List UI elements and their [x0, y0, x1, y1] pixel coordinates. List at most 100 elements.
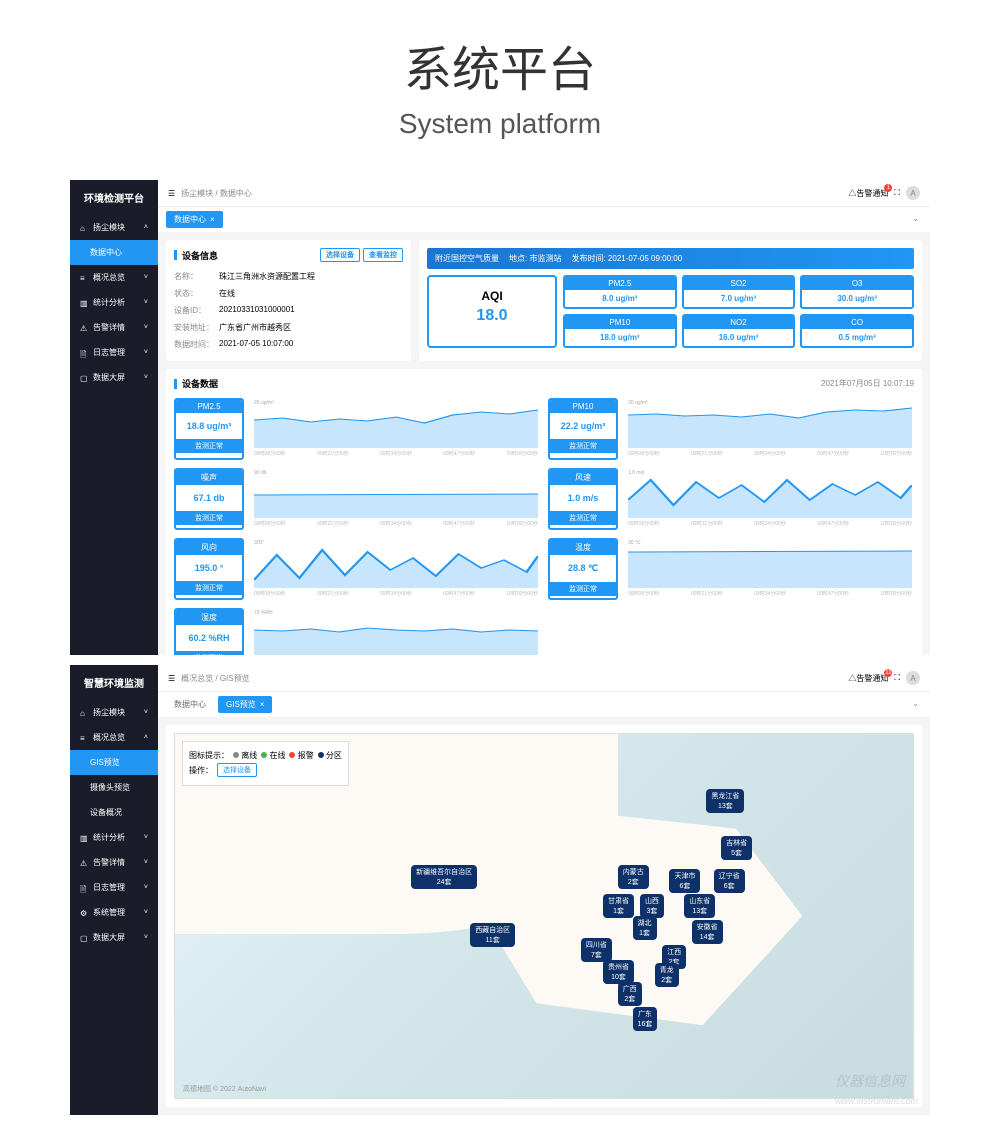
legend-item: 在线	[261, 750, 285, 761]
map-marker-山西[interactable]: 山西3套	[640, 894, 664, 918]
chevron-down-icon[interactable]: ⌄	[909, 211, 922, 228]
close-icon[interactable]: ×	[260, 700, 265, 709]
page-title-cn: 系统平台	[0, 30, 1000, 100]
sidebar-item-扬尘模块[interactable]: ⌂扬尘模块˅	[70, 700, 158, 725]
map-marker-安徽省[interactable]: 安徽省14套	[692, 920, 723, 944]
info-row: 状态：在线	[174, 285, 403, 302]
chevron-icon: ˅	[144, 859, 148, 866]
map-marker-甘肃省[interactable]: 甘肃省1套	[603, 894, 634, 918]
sidebar: 智慧环境监测 ⌂扬尘模块˅≡概况总览˄GIS预览摄像头预览设备概况▥统计分析˅⚠…	[70, 665, 158, 1115]
chevron-icon: ˅	[144, 884, 148, 891]
map-marker-广西[interactable]: 广西2套	[618, 982, 642, 1006]
chevron-down-icon[interactable]: ⌄	[909, 696, 922, 713]
tab-data-center[interactable]: 数据中心	[166, 696, 214, 713]
sidebar-title: 智慧环境监测	[70, 665, 158, 700]
tab-data-center[interactable]: 数据中心×	[166, 211, 223, 228]
sidebar-item-概况总览[interactable]: ≡概况总览˅	[70, 265, 158, 290]
map-marker-内蒙古[interactable]: 内蒙古2套	[618, 865, 649, 889]
doc-icon: 🗎	[80, 884, 88, 892]
map-marker-西藏自治区[interactable]: 西藏自治区11套	[470, 923, 515, 947]
chevron-icon: ˄	[144, 734, 148, 741]
warn-icon: ⚠	[80, 324, 88, 332]
breadcrumb: 概况总览 / GIS预览	[181, 673, 249, 684]
panel-title: 设备数据	[182, 377, 218, 390]
chevron-icon: ˅	[144, 274, 148, 281]
map-marker-辽宁省[interactable]: 辽宁省6套	[714, 869, 745, 893]
info-row: 设备ID：20210331031000001	[174, 302, 403, 319]
map[interactable]: 黑龙江省13套吉林省5套新疆维吾尔自治区24套 内蒙古2套天津市6套辽宁省6套甘肃…	[174, 733, 914, 1099]
warn-icon: ⚠	[80, 859, 88, 867]
close-icon[interactable]: ×	[210, 215, 215, 224]
map-marker-湖北[interactable]: 湖北1套	[633, 916, 657, 940]
menu-icon[interactable]: ☰	[168, 674, 175, 683]
tabs: 数据中心 GIS预览× ⌄	[158, 692, 930, 717]
sidebar-item-告警详情[interactable]: ⚠告警详情˅	[70, 315, 158, 340]
legend-item: 离线	[233, 750, 257, 761]
map-marker-贵州省[interactable]: 贵州省10套	[603, 960, 634, 984]
menu-icon[interactable]: ☰	[168, 189, 175, 198]
sidebar-item-日志管理[interactable]: 🗎日志管理˅	[70, 340, 158, 365]
sidebar-title: 环境检测平台	[70, 180, 158, 215]
avatar[interactable]: A	[906, 186, 920, 200]
map-marker-天津市[interactable]: 天津市6套	[669, 869, 700, 893]
fullscreen-icon[interactable]: ⛶	[894, 673, 900, 683]
metric-温度: 温度28.8 ℃监测正常	[548, 538, 618, 600]
sidebar-item-告警详情[interactable]: ⚠告警详情˅	[70, 850, 158, 875]
map-panel: 黑龙江省13套吉林省5套新疆维吾尔自治区24套 内蒙古2套天津市6套辽宁省6套甘肃…	[166, 725, 922, 1107]
sidebar-item-扬尘模块[interactable]: ⌂扬尘模块˄	[70, 215, 158, 240]
sidebar-item-设备概况[interactable]: 设备概况	[70, 800, 158, 825]
data-timestamp: 2021年07月05日 10:07:19	[821, 378, 914, 389]
map-marker-山东省[interactable]: 山东省13套	[684, 894, 715, 918]
doc-icon: 🗎	[80, 349, 88, 357]
sidebar-item-日志管理[interactable]: 🗎日志管理˅	[70, 875, 158, 900]
chart-温度: 30 ℃09时08分00秒09时21分00秒09时34分00秒09时47分00秒…	[626, 538, 914, 600]
chevron-icon: ˅	[144, 349, 148, 356]
gear-icon: ⚙	[80, 909, 88, 917]
map-marker-新疆维吾尔自治区[interactable]: 新疆维吾尔自治区24套	[411, 865, 477, 889]
sidebar-item-系统管理[interactable]: ⚙系统管理˅	[70, 900, 158, 925]
notification-badge: 11	[884, 669, 892, 677]
sidebar-item-统计分析[interactable]: ▥统计分析˅	[70, 290, 158, 315]
sidebar-item-摄像头预览[interactable]: 摄像头预览	[70, 775, 158, 800]
metric-湿度: 湿度60.2 %RH监测正常	[174, 608, 244, 655]
sidebar-item-数据中心[interactable]: 数据中心	[70, 240, 158, 265]
topbar: ☰ 扬尘模块 / 数据中心 △告警通知 1 ⛶ A	[158, 180, 930, 207]
sidebar-item-概况总览[interactable]: ≡概况总览˄	[70, 725, 158, 750]
select-device-button[interactable]: 选择设备	[320, 248, 360, 262]
notification-button[interactable]: △告警通知 1	[848, 188, 888, 199]
pollutant-SO2: SO27.0 ug/m³	[682, 275, 796, 309]
pollutant-PM2.5: PM2.58.0 ug/m³	[563, 275, 677, 309]
select-device-button[interactable]: 选择设备	[217, 763, 257, 777]
chevron-icon: ˅	[144, 834, 148, 841]
sidebar-item-数据大屏[interactable]: ▢数据大屏˅	[70, 925, 158, 950]
avatar[interactable]: A	[906, 671, 920, 685]
sidebar-item-统计分析[interactable]: ▥统计分析˅	[70, 825, 158, 850]
watermark: 仪器信息网 www.instrument.com	[835, 1071, 918, 1107]
map-marker-广东[interactable]: 广东16套	[633, 1007, 658, 1031]
device-data-panel: 设备数据 2021年07月05日 10:07:19 PM2.518.8 ug/m…	[166, 369, 922, 655]
map-marker-四川省[interactable]: 四川省7套	[581, 938, 612, 962]
air-header-site: 地点: 市监测站	[509, 253, 561, 264]
chart-PM10: 30 ug/m³09时08分00秒09时21分00秒09时34分00秒09时47…	[626, 398, 914, 460]
air-quality-panel: 附近国控空气质量 地点: 市监测站 发布时间: 2021-07-05 09:00…	[419, 240, 922, 361]
map-marker-黑龙江省[interactable]: 黑龙江省13套	[706, 789, 744, 813]
sidebar-item-GIS预览[interactable]: GIS预览	[70, 750, 158, 775]
notification-button[interactable]: △告警通知 11	[848, 673, 888, 684]
pollutant-O3: O330.0 ug/m³	[800, 275, 914, 309]
notification-badge: 1	[884, 184, 892, 192]
map-marker-吉林省[interactable]: 吉林省5套	[721, 836, 752, 860]
sidebar-item-数据大屏[interactable]: ▢数据大屏˅	[70, 365, 158, 390]
tab-gis-preview[interactable]: GIS预览×	[218, 696, 272, 713]
chart-icon: ▥	[80, 299, 88, 307]
tabs: 数据中心× ⌄	[158, 207, 930, 232]
info-row: 安装地址：广东省广州市越秀区	[174, 319, 403, 336]
metric-风速: 风速1.0 m/s监测正常	[548, 468, 618, 530]
chart-icon: ▥	[80, 834, 88, 842]
fullscreen-icon[interactable]: ⛶	[894, 188, 900, 198]
chart-风速: 1.8 m/s09时08分00秒09时21分00秒09时34分00秒09时47分…	[626, 468, 914, 530]
page-title-en: System platform	[0, 108, 1000, 140]
bars-icon: ≡	[80, 734, 88, 742]
map-attribution: 高德地图 © 2022 AutoNavi	[183, 1084, 266, 1094]
view-monitor-button[interactable]: 查看监控	[363, 248, 403, 262]
map-marker-青龙[interactable]: 青龙2套	[655, 963, 679, 987]
